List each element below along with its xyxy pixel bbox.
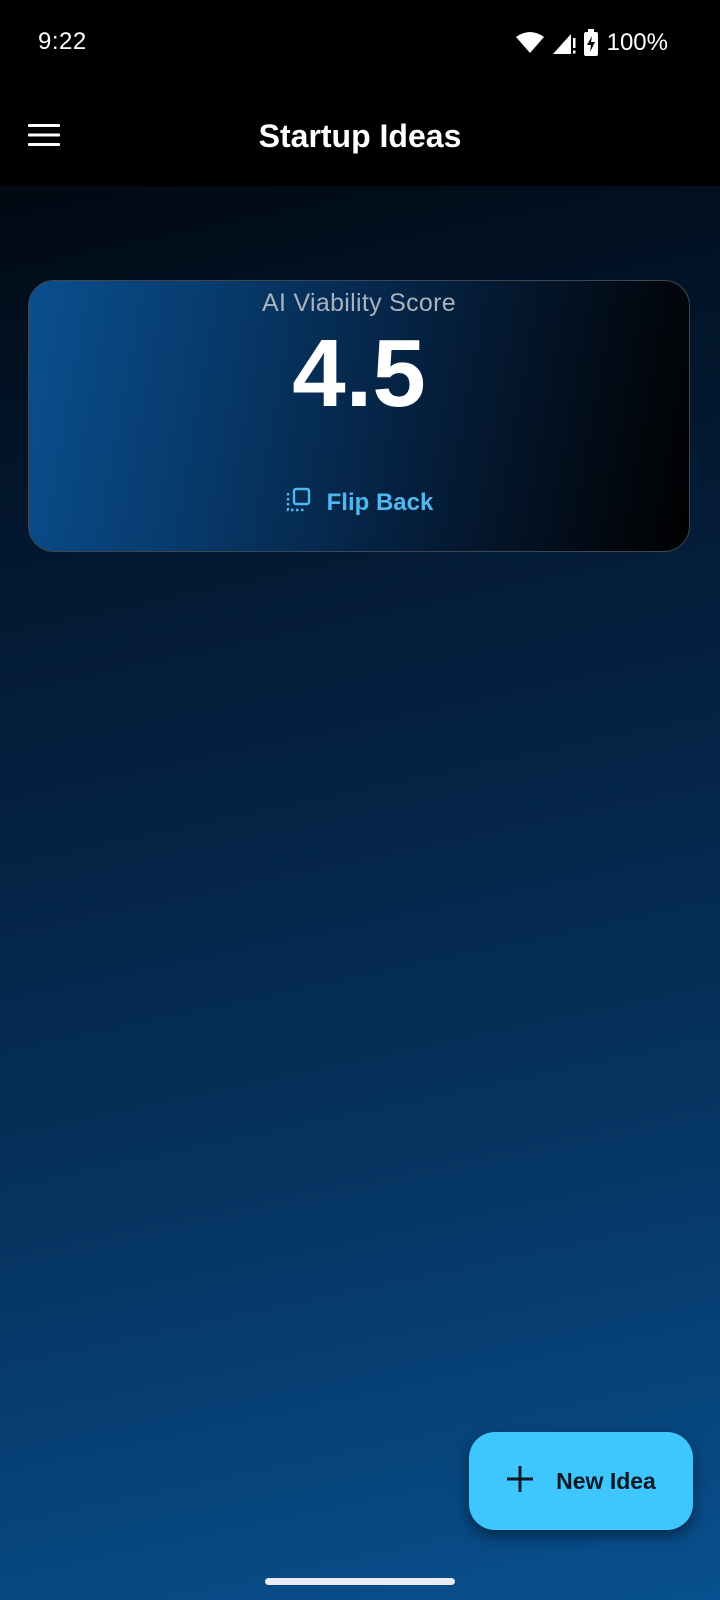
status-time: 9:22 <box>38 28 87 55</box>
score-value: 4.5 <box>292 320 426 427</box>
score-label: AI Viability Score <box>262 289 456 317</box>
plus-icon <box>506 1465 534 1498</box>
home-indicator[interactable] <box>265 1578 455 1585</box>
wifi-icon <box>515 31 545 55</box>
new-idea-label: New Idea <box>556 1467 656 1494</box>
page-title: Startup Ideas <box>258 118 462 154</box>
flip-icon <box>285 487 311 518</box>
flip-back-button[interactable]: Flip Back <box>29 487 689 518</box>
status-bar: 9:22 100% <box>0 0 720 88</box>
flip-back-label: Flip Back <box>326 488 434 516</box>
status-icons: 100% <box>515 27 668 59</box>
signal-icon <box>551 30 577 56</box>
battery-percent: 100% <box>606 29 668 56</box>
battery-charging-icon <box>583 29 599 57</box>
new-idea-button[interactable]: New Idea <box>469 1432 693 1530</box>
app-bar: Startup Ideas <box>0 88 720 186</box>
ai-viability-score-card: AI Viability Score 4.5 Flip Back <box>28 280 690 552</box>
